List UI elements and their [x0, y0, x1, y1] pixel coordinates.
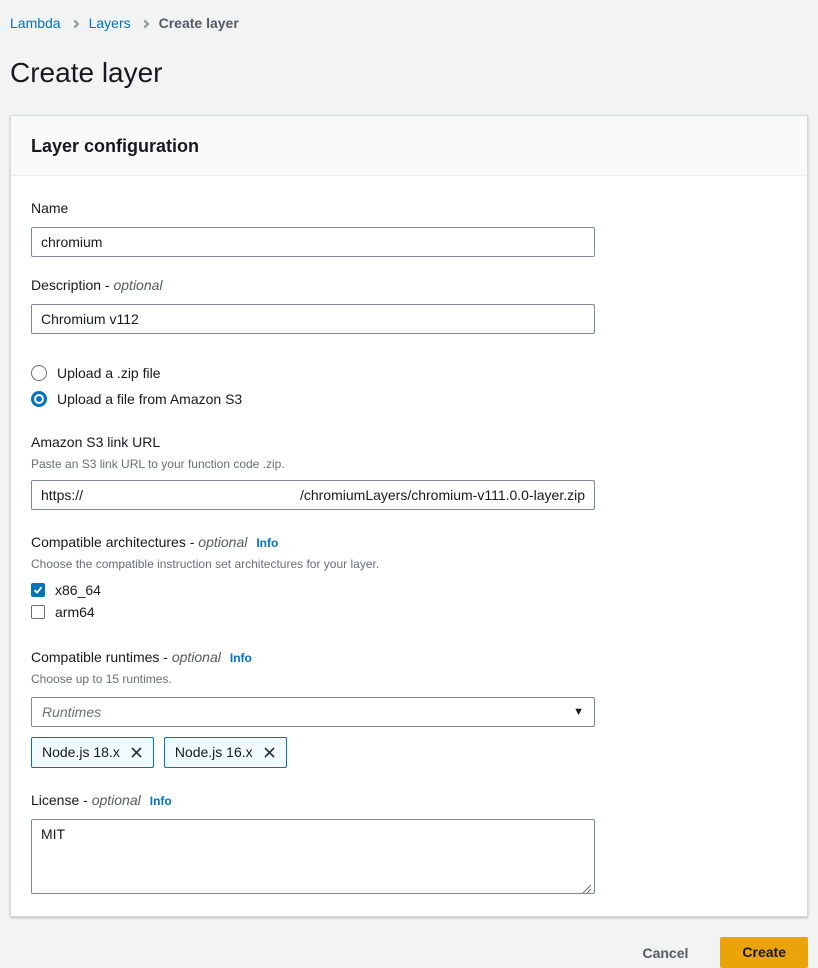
description-input[interactable]: [31, 304, 595, 334]
checkbox-arm64[interactable]: arm64: [31, 601, 787, 623]
chevron-right-icon: [70, 19, 78, 27]
runtimes-select-placeholder: Runtimes: [42, 704, 101, 720]
name-field-group: Name: [31, 200, 787, 257]
layer-configuration-panel: Layer configuration Name Description - o…: [10, 115, 808, 917]
panel-title: Layer configuration: [31, 136, 787, 156]
chevron-down-icon: ▼: [573, 707, 584, 718]
s3-url-prefix: https://: [41, 487, 83, 503]
close-icon: [130, 746, 143, 759]
token-dismiss-button[interactable]: [130, 746, 143, 759]
runtimes-info-link[interactable]: Info: [230, 651, 252, 665]
token-dismiss-button[interactable]: [263, 746, 276, 759]
upload-source-radio-group: Upload a .zip file Upload a file from Am…: [31, 362, 787, 410]
runtimes-label: Compatible runtimes - optionalInfo: [31, 649, 252, 665]
s3-url-label: Amazon S3 link URL: [31, 434, 160, 450]
architectures-helper: Choose the compatible instruction set ar…: [31, 557, 787, 571]
resize-handle[interactable]: [582, 881, 592, 891]
architectures-field-group: Compatible architectures - optionalInfo …: [31, 534, 787, 623]
optional-label: optional: [113, 277, 162, 293]
checkbox-arm64-label: arm64: [55, 604, 95, 620]
checkbox-icon[interactable]: [31, 605, 45, 619]
check-icon: [33, 585, 43, 595]
panel-body: Name Description - optional Upload a .zi…: [11, 176, 807, 916]
architectures-checkbox-group: x86_64 arm64: [31, 579, 787, 623]
optional-label: optional: [92, 792, 141, 808]
s3-url-helper: Paste an S3 link URL to your function co…: [31, 457, 787, 471]
name-input[interactable]: [31, 227, 595, 257]
license-info-link[interactable]: Info: [150, 794, 172, 808]
radio-icon[interactable]: [31, 365, 47, 381]
architectures-label: Compatible architectures - optionalInfo: [31, 534, 278, 550]
token-nodejs-18: Node.js 18.x: [31, 737, 154, 768]
license-field-group: License - optionalInfo MIT: [31, 792, 787, 894]
breadcrumb-lambda[interactable]: Lambda: [10, 15, 61, 32]
runtimes-token-list: Node.js 18.x Node.js 16.x: [31, 737, 787, 768]
page-title: Create layer: [10, 56, 808, 90]
radio-upload-zip[interactable]: Upload a .zip file: [31, 362, 787, 384]
chevron-right-icon: [140, 19, 148, 27]
optional-label: optional: [172, 649, 221, 665]
panel-header: Layer configuration: [11, 116, 807, 176]
runtimes-select[interactable]: Runtimes ▼: [31, 697, 595, 727]
optional-label: optional: [198, 534, 247, 550]
resize-grip-icon: [582, 884, 592, 894]
breadcrumb-layers[interactable]: Layers: [89, 15, 131, 32]
breadcrumb: Lambda Layers Create layer: [0, 0, 818, 32]
s3-url-field-group: Amazon S3 link URL Paste an S3 link URL …: [31, 434, 787, 510]
breadcrumb-current: Create layer: [159, 15, 239, 32]
s3-url-suffix: /chromiumLayers/chromium-v111.0.0-layer.…: [300, 487, 585, 503]
radio-upload-s3-label: Upload a file from Amazon S3: [57, 391, 242, 407]
runtimes-field-group: Compatible runtimes - optionalInfo Choos…: [31, 649, 787, 768]
cancel-button[interactable]: Cancel: [638, 939, 692, 967]
radio-icon[interactable]: [31, 391, 47, 407]
radio-upload-zip-label: Upload a .zip file: [57, 365, 161, 381]
token-label: Node.js 16.x: [175, 744, 253, 760]
create-button[interactable]: Create: [720, 937, 808, 968]
checkbox-x86-64-label: x86_64: [55, 582, 101, 598]
close-icon: [263, 746, 276, 759]
runtimes-helper: Choose up to 15 runtimes.: [31, 672, 787, 686]
description-field-group: Description - optional: [31, 277, 787, 334]
checkbox-icon[interactable]: [31, 583, 45, 597]
license-label: License - optionalInfo: [31, 792, 172, 808]
token-label: Node.js 18.x: [42, 744, 120, 760]
radio-upload-s3[interactable]: Upload a file from Amazon S3: [31, 388, 787, 410]
license-textarea-wrap: MIT: [31, 819, 595, 894]
architectures-info-link[interactable]: Info: [256, 536, 278, 550]
license-textarea[interactable]: MIT: [31, 819, 595, 894]
name-label: Name: [31, 200, 68, 216]
token-nodejs-16: Node.js 16.x: [164, 737, 287, 768]
description-label: Description - optional: [31, 277, 163, 293]
form-actions: Cancel Create: [10, 937, 808, 968]
checkbox-x86-64[interactable]: x86_64: [31, 579, 787, 601]
s3-url-input[interactable]: https:// /chromiumLayers/chromium-v111.0…: [31, 480, 595, 510]
